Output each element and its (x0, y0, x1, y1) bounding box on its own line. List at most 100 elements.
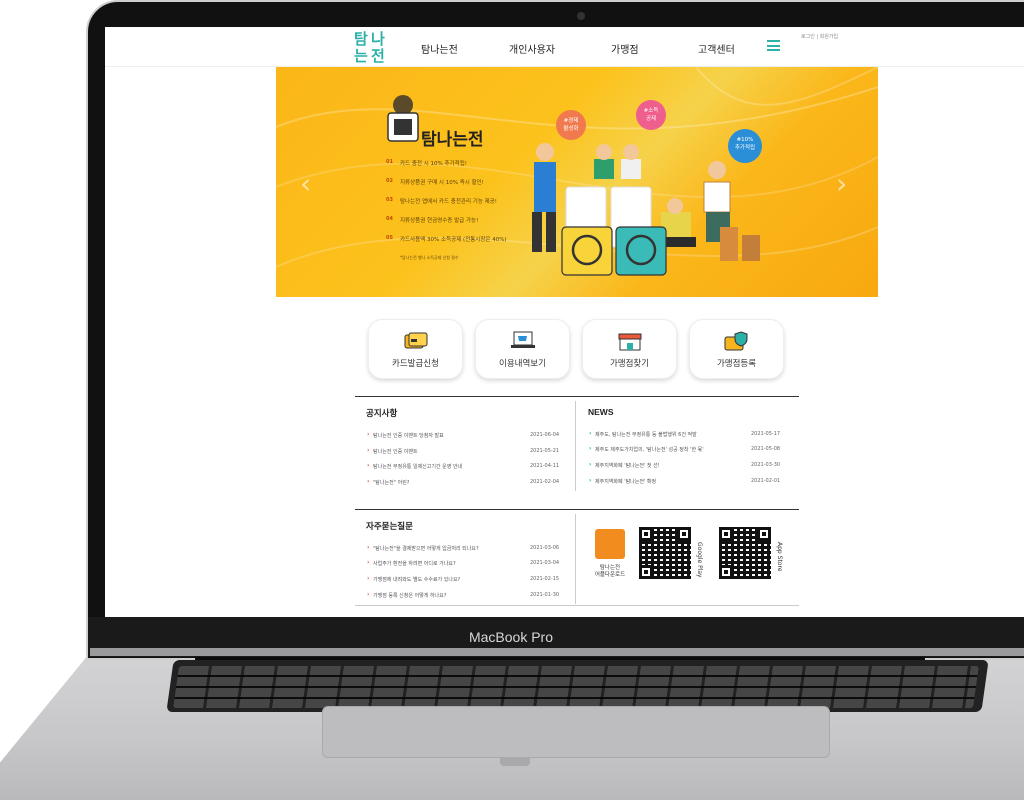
hashtag-bubble: #경제 활성화 (556, 110, 586, 140)
hero-title: 탐나는전 (421, 130, 484, 149)
qr-corner (719, 565, 733, 579)
row-date: 2021-02-04 (530, 479, 560, 485)
row-text[interactable]: 탐나는전 인증 이벤트 당첨자 발표 (367, 431, 444, 439)
notice-row[interactable]: 탐나는전 부정유통 일제신고기간 운영 안내 2021-04-11 (367, 462, 563, 475)
trackpad (322, 706, 830, 758)
hero-swirl-background (276, 67, 878, 276)
qr-corner (719, 527, 733, 541)
nav-item-personal[interactable]: 개인사용자 (509, 41, 555, 56)
notice-row[interactable]: "탐나는전" 어린? 2021-02-04 (367, 478, 563, 491)
hero-next-arrow[interactable]: › (836, 167, 847, 200)
nav-item-tamnajeon[interactable]: 탐나는전 (421, 41, 458, 56)
hero-benefit-item: 04 지류상품권 현금영수증 발급 가능! (386, 216, 546, 235)
util-links[interactable]: 로그인 | 회원가입 (801, 33, 838, 40)
card-icon (404, 332, 428, 349)
row-text[interactable]: 가맹점 등록 신청은 어떻게 하나요? (367, 591, 446, 599)
store-icon (618, 333, 642, 351)
faq-row[interactable]: 사업주가 환전을 하려면 어디로 가나요? 2021-03-04 (367, 559, 563, 572)
quick-button-label: 가맹점찾기 (609, 358, 650, 368)
app-store-qr-code[interactable] (719, 527, 771, 579)
notice-row[interactable]: 탐나는전 인증 이벤트 당첨자 발표 2021-06-04 (367, 431, 563, 444)
hero-prev-arrow[interactable]: ‹ (300, 167, 311, 200)
hashtag-bubble: #10% 추가적립 (728, 129, 762, 163)
hero-pagination[interactable] (566, 286, 586, 290)
app-label-line: 탐나는전 (599, 565, 621, 571)
benefit-text: 지류상품권 현금영수증 발급 가능! (400, 218, 479, 224)
hinge (90, 648, 1024, 656)
device-brand-label: MacBook Pro (468, 629, 554, 645)
news-row[interactable]: 제주도 제주도가치업의, '탐나는전' 성공 정착 '한 몫' 2021-05-0… (589, 445, 785, 458)
row-date: 2021-02-01 (751, 478, 781, 484)
webcam (577, 12, 585, 20)
app-store-label: App Store (776, 542, 783, 572)
panel-top-rule (355, 509, 799, 510)
panel-bottom-rule (355, 605, 799, 606)
laptop-cart-icon (511, 331, 535, 348)
benefit-num: 04 (386, 216, 393, 222)
hero-banner[interactable]: ‹ › 탐나는전 01 카드 충전 시 10% 추가적립! 02 지류상품권 구매 … (276, 67, 878, 297)
site-header: 탐 나 는 전 탐나는전 개인사용자 가맹점 고객센터 로그인 | 회원가입 (105, 27, 1024, 67)
faq-title: 자주묻는질문 (366, 521, 413, 531)
row-text[interactable]: 제주도 제주도가치업의, '탐나는전' 성공 정착 '한 몫' (589, 445, 704, 453)
qr-corner (639, 565, 653, 579)
news-row[interactable]: 제주도, 탐나는전 부정유통 등 불법행위 6건 적발 2021-05-17 (589, 430, 785, 443)
faq-row[interactable]: 가맹점에 내려와도 별도 수수료가 있나요? 2021-02-15 (367, 575, 563, 588)
news-title: NEWS (588, 407, 614, 417)
logo-char: 나 (371, 31, 385, 48)
google-play-label: Google Play (696, 542, 703, 578)
quick-card-apply-button[interactable]: 카드발급신청 (368, 319, 463, 379)
app-download-icon[interactable] (595, 529, 625, 559)
row-text[interactable]: 사업주가 환전을 하려면 어디로 가나요? (367, 559, 456, 567)
nav-item-merchant[interactable]: 가맹점 (611, 41, 639, 56)
quick-find-store-button[interactable]: 가맹점찾기 (582, 319, 677, 379)
google-play-qr-code[interactable] (639, 527, 691, 579)
quick-register-store-button[interactable]: 가맹점등록 (689, 319, 784, 379)
row-date: 2021-02-15 (530, 576, 560, 582)
nav-item-support[interactable]: 고객센터 (698, 41, 735, 56)
mascot-icon (387, 95, 419, 142)
row-text[interactable]: 가맹점에 내려와도 별도 수수료가 있나요? (367, 575, 460, 583)
hero-benefit-item: 03 탐나는전 앱에서 카드 충전관리 기능 제공! (386, 197, 546, 216)
hero-benefit-list: 01 카드 충전 시 10% 추가적립! 02 지류상품권 구매 시 10% 즉시 … (386, 159, 546, 254)
benefit-text: 카드 충전 시 10% 추가적립! (400, 161, 467, 167)
quick-button-label: 카드발급신청 (392, 358, 439, 368)
row-text[interactable]: "탐나는전"을 결제받으면 어떻게 입금처리 되나요? (367, 544, 479, 552)
row-date: 2021-03-06 (530, 545, 560, 551)
quick-button-label: 이용내역보기 (499, 358, 546, 368)
row-date: 2021-04-11 (530, 463, 560, 469)
row-date: 2021-05-21 (530, 448, 560, 454)
qr-corner (677, 527, 691, 541)
row-date: 2021-03-04 (530, 560, 560, 566)
row-text[interactable]: 탐나는전 인증 이벤트 (367, 447, 418, 455)
app-label-line: 어플다운로드 (594, 572, 626, 578)
row-date: 2021-05-08 (751, 446, 781, 452)
site-logo[interactable]: 탐 나 는 전 (353, 30, 389, 66)
row-date: 2021-05-17 (751, 431, 781, 437)
faq-row[interactable]: 가맹점 등록 신청은 어떻게 하나요? 2021-01-30 (367, 591, 563, 604)
row-text[interactable]: 탐나는전 부정유통 일제신고기간 운영 안내 (367, 462, 462, 470)
news-row[interactable]: 제주지역화폐 '탐나는전' 확정 2021-02-01 (589, 477, 785, 490)
row-text[interactable]: 제주지역화폐 '탐나는전' 첫 선! (589, 461, 660, 469)
card-shield-icon (724, 331, 748, 351)
quick-history-button[interactable]: 이용내역보기 (475, 319, 570, 379)
hero-footnote: *탐나는전 행나 소득공제 신청 필수 (400, 255, 459, 260)
row-date: 2021-01-30 (530, 592, 560, 598)
news-row[interactable]: 제주지역화폐 '탐나는전' 첫 선! 2021-03-30 (589, 461, 785, 474)
row-date: 2021-06-04 (530, 432, 560, 438)
hero-benefit-item: 01 카드 충전 시 10% 추가적립! (386, 159, 546, 178)
panel-top-rule (355, 396, 799, 397)
qr-corner (757, 527, 771, 541)
notice-row[interactable]: 탐나는전 인증 이벤트 2021-05-21 (367, 447, 563, 460)
benefit-num: 05 (386, 235, 393, 241)
front-notch (500, 758, 530, 766)
benefit-text: 카드사용액 30% 소득공제 (전통시장은 40%) (400, 237, 507, 243)
panel-divider (575, 401, 576, 491)
logo-char: 탐 (354, 31, 368, 48)
row-date: 2021-03-30 (751, 462, 781, 468)
hashtag-bubble: #소득 공제 (636, 100, 666, 130)
faq-row[interactable]: "탐나는전"을 결제받으면 어떻게 입금처리 되나요? 2021-03-06 (367, 544, 563, 557)
hamburger-menu-icon[interactable] (767, 40, 780, 51)
row-text[interactable]: 제주도, 탐나는전 부정유통 등 불법행위 6건 적발 (589, 430, 697, 438)
row-text[interactable]: 제주지역화폐 '탐나는전' 확정 (589, 477, 656, 485)
row-text[interactable]: "탐나는전" 어린? (367, 478, 409, 486)
